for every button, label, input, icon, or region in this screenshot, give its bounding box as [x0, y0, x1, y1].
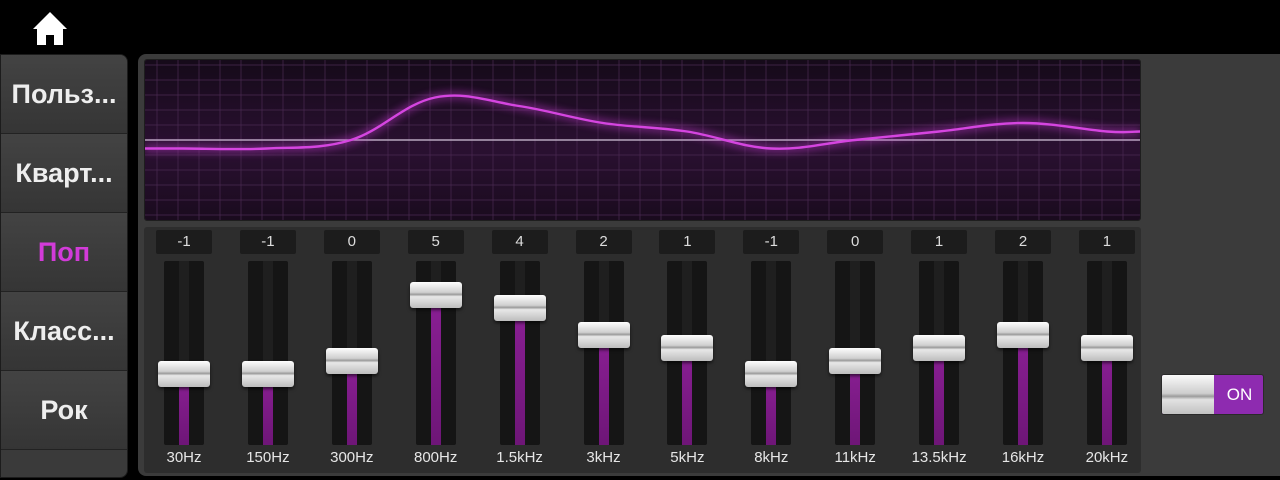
- band-slider: -1 30Hz: [144, 227, 224, 473]
- band-slider: 0 300Hz: [312, 227, 392, 473]
- slider-knob[interactable]: [493, 295, 546, 322]
- slider-fill: [514, 308, 525, 445]
- band-value: -1: [156, 230, 212, 254]
- home-icon: [33, 12, 67, 45]
- slider-knob[interactable]: [577, 321, 630, 348]
- band-value: -1: [239, 230, 296, 254]
- slider-fill: [682, 347, 693, 445]
- band-slider: 4 1.5kHz: [480, 227, 560, 473]
- band-frequency-label: 30Hz: [166, 449, 202, 466]
- slider-track[interactable]: [493, 261, 546, 445]
- band-slider: 1 13.5kHz: [899, 227, 979, 473]
- band-slider: 0 11kHz: [815, 227, 895, 473]
- preset-item[interactable]: Поп: [1, 213, 127, 292]
- band-sliders: -1 30Hz -1 150Hz 0 300Hz 5 800Hz 4 1.5kHz 2 3kHz 1 5k…: [144, 227, 1141, 473]
- band-value: 0: [827, 230, 884, 254]
- preset-item[interactable]: Кварт...: [1, 134, 127, 213]
- slider-track[interactable]: [913, 261, 966, 445]
- band-value: 2: [575, 230, 632, 254]
- slider-knob[interactable]: [409, 282, 462, 309]
- eq-curve-graph: [144, 59, 1141, 221]
- preset-item[interactable]: Класс...: [1, 292, 127, 371]
- eq-toggle-switch[interactable]: ON: [1161, 374, 1264, 415]
- slider-track[interactable]: [241, 261, 294, 445]
- slider-track[interactable]: [1080, 261, 1133, 445]
- slider-fill: [598, 334, 609, 445]
- slider-knob[interactable]: [745, 361, 798, 388]
- band-frequency-label: 1.5kHz: [496, 449, 543, 466]
- band-frequency-label: 13.5kHz: [911, 449, 967, 466]
- toggle-thumb: [1162, 375, 1214, 414]
- band-value: 1: [911, 230, 968, 254]
- slider-track[interactable]: [158, 261, 210, 445]
- band-slider: 5 800Hz: [396, 227, 476, 473]
- slider-knob[interactable]: [241, 361, 294, 388]
- band-value: 1: [1078, 230, 1135, 254]
- preset-sidebar: Польз... Кварт... Поп Класс... Рок: [0, 54, 128, 478]
- slider-knob[interactable]: [997, 321, 1049, 348]
- preset-item[interactable]: Польз...: [1, 55, 127, 134]
- band-slider: 2 16kHz: [983, 227, 1063, 473]
- slider-knob[interactable]: [661, 334, 714, 361]
- slider-track[interactable]: [577, 261, 630, 445]
- band-value: 4: [491, 230, 548, 254]
- band-frequency-label: 11kHz: [834, 449, 876, 466]
- band-frequency-label: 20kHz: [1085, 449, 1129, 466]
- slider-fill: [1018, 334, 1028, 445]
- band-value: -1: [743, 230, 800, 254]
- band-frequency-label: 300Hz: [330, 449, 374, 466]
- preset-item[interactable]: Рок: [1, 371, 127, 450]
- slider-track[interactable]: [661, 261, 714, 445]
- toggle-label: ON: [1226, 385, 1253, 404]
- slider-knob[interactable]: [913, 334, 966, 361]
- slider-track[interactable]: [409, 261, 462, 445]
- band-value: 1: [659, 230, 716, 254]
- equalizer-panel: -1 30Hz -1 150Hz 0 300Hz 5 800Hz 4 1.5kHz 2 3kHz 1 5k…: [138, 54, 1280, 476]
- band-slider: -1 8kHz: [731, 227, 811, 473]
- slider-track[interactable]: [745, 261, 798, 445]
- band-slider: -1 150Hz: [228, 227, 308, 473]
- band-slider: 2 3kHz: [564, 227, 644, 473]
- band-frequency-label: 3kHz: [586, 449, 621, 466]
- band-frequency-label: 8kHz: [754, 449, 789, 466]
- band-frequency-label: 16kHz: [1001, 449, 1045, 466]
- band-slider: 1 5kHz: [647, 227, 727, 473]
- slider-knob[interactable]: [1080, 334, 1133, 361]
- slider-knob[interactable]: [325, 348, 378, 374]
- band-frequency-label: 800Hz: [414, 449, 458, 466]
- band-frequency-label: 150Hz: [246, 449, 290, 466]
- slider-track[interactable]: [997, 261, 1049, 445]
- band-value: 2: [995, 230, 1051, 254]
- slider-track[interactable]: [829, 261, 882, 445]
- slider-track[interactable]: [325, 261, 378, 445]
- slider-knob[interactable]: [829, 348, 882, 374]
- home-button[interactable]: [30, 10, 70, 48]
- band-value: 0: [323, 230, 380, 254]
- band-frequency-label: 5kHz: [670, 449, 705, 466]
- slider-fill: [430, 295, 441, 445]
- slider-knob[interactable]: [158, 361, 210, 388]
- band-value: 5: [407, 230, 464, 254]
- band-slider: 1 20kHz: [1067, 227, 1147, 473]
- slider-fill: [934, 347, 945, 445]
- slider-fill: [1101, 347, 1112, 445]
